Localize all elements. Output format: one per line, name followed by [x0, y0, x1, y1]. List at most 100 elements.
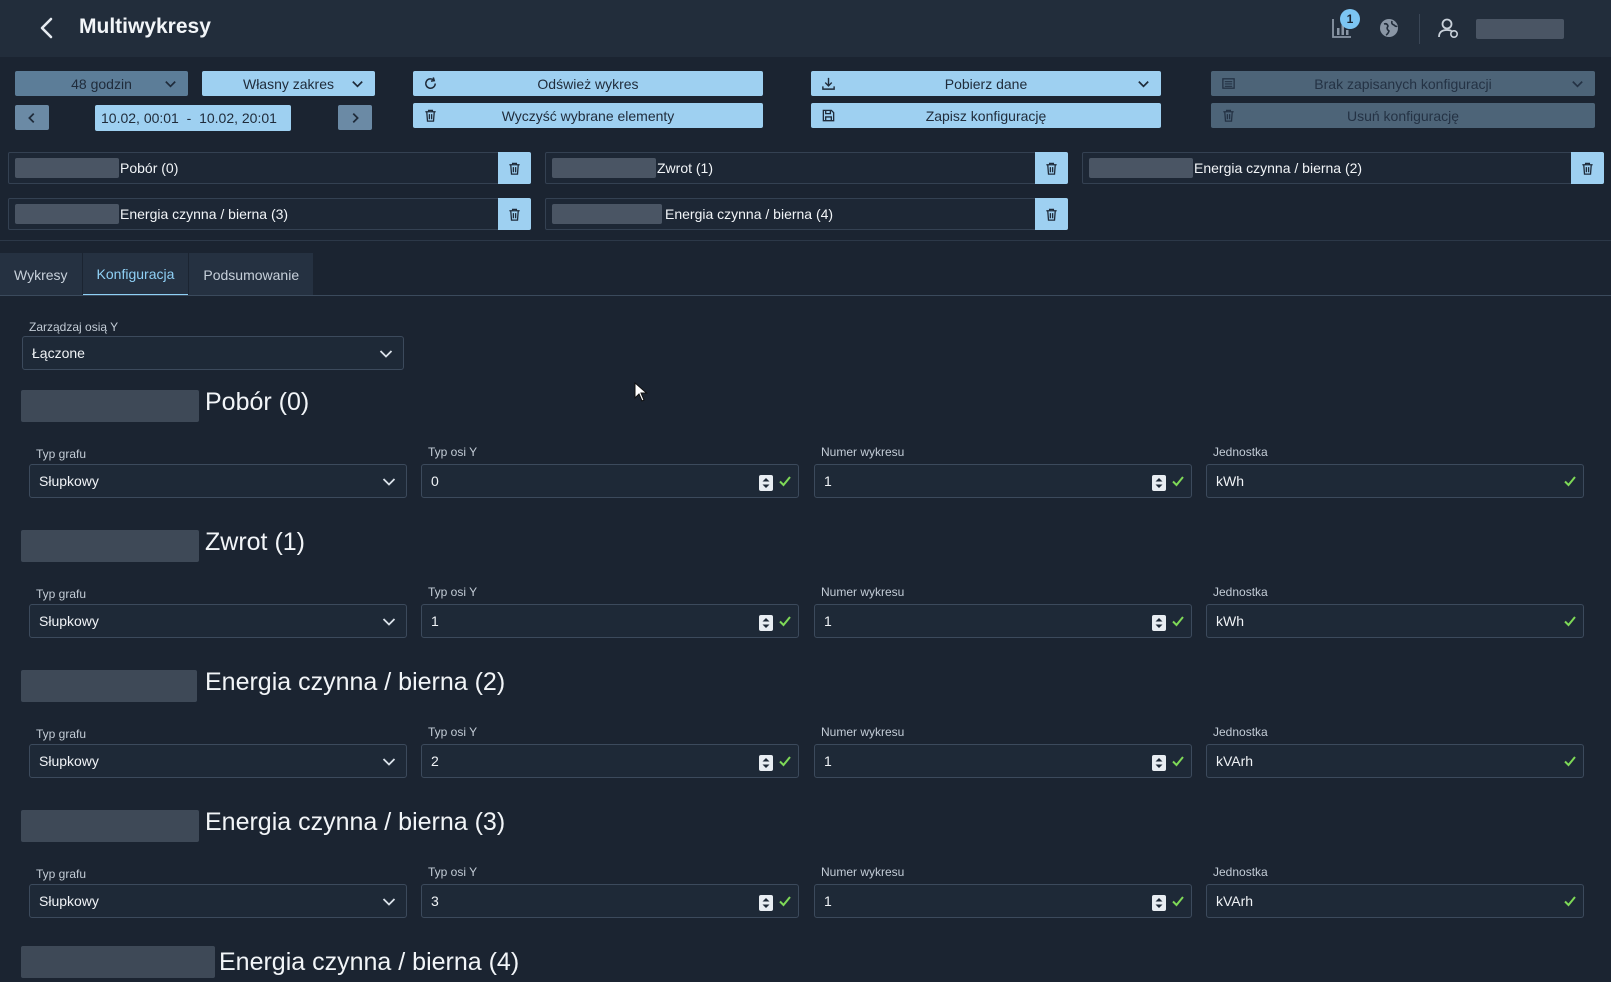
y-axis-type-input[interactable]: 1 — [421, 604, 799, 638]
chart-number-input[interactable]: 1 — [814, 744, 1192, 778]
delete-config-button[interactable]: Usuń konfigurację — [1211, 103, 1595, 128]
chevron-down-icon — [1572, 81, 1583, 88]
y-axis-management-select[interactable]: Łączone — [22, 336, 404, 370]
selected-element-chip: Energia czynna / bierna (4) — [545, 198, 1068, 230]
remove-element-button[interactable] — [498, 198, 531, 230]
graph-type-select[interactable]: Słupkowy — [29, 464, 407, 498]
y-axis-type-input[interactable]: 2 — [421, 744, 799, 778]
chart-number-label: Numer wykresu — [821, 585, 905, 599]
remove-element-button[interactable] — [1571, 152, 1604, 184]
date-range-display[interactable]: 10.02, 00:01 - 10.02, 20:01 — [95, 105, 291, 131]
unit-label: Jednostka — [1213, 865, 1268, 879]
chart-number-value: 1 — [824, 893, 832, 909]
y-axis-type-input[interactable]: 3 — [421, 884, 799, 918]
chip-label: Pobór (0) — [120, 160, 179, 176]
user-settings-icon[interactable] — [1436, 16, 1460, 40]
unit-value: kWh — [1216, 613, 1244, 629]
tab-summary[interactable]: Podsumowanie — [189, 253, 314, 296]
check-icon — [1564, 756, 1576, 767]
check-icon — [779, 616, 791, 627]
chevron-down-icon — [1138, 81, 1149, 88]
save-icon — [822, 109, 835, 122]
section-title: Energia czynna / bierna (3) — [205, 808, 506, 836]
chart-number-input[interactable]: 1 — [814, 884, 1192, 918]
mouse-cursor-icon — [634, 382, 648, 402]
username-redacted[interactable] — [1476, 19, 1564, 39]
y-axis-type-input[interactable]: 0 — [421, 464, 799, 498]
unit-input[interactable]: kVArh — [1206, 884, 1584, 918]
check-icon — [1172, 896, 1184, 907]
globe-icon[interactable] — [1377, 16, 1401, 40]
chip-label: Energia czynna / bierna (3) — [120, 206, 289, 222]
graph-type-label: Typ grafu — [36, 867, 87, 881]
delete-config-label: Usuń konfigurację — [1346, 107, 1460, 124]
previous-range-button[interactable] — [15, 105, 49, 130]
trash-icon — [1582, 162, 1593, 175]
check-icon — [779, 896, 791, 907]
graph-type-value: Słupkowy — [39, 753, 99, 769]
chart-number-value: 1 — [824, 473, 832, 489]
tab-charts[interactable]: Wykresy — [0, 253, 82, 296]
element-name-redacted — [552, 158, 656, 178]
chart-number-input[interactable]: 1 — [814, 464, 1192, 498]
y-axis-management-label: Zarządzaj osią Y — [29, 320, 119, 334]
trash-icon — [1046, 208, 1057, 221]
spinner-icon[interactable] — [759, 755, 773, 771]
graph-type-label: Typ grafu — [36, 447, 87, 461]
graph-type-label: Typ grafu — [36, 727, 87, 741]
saved-configs-select[interactable]: Brak zapisanych konfiguracji — [1211, 71, 1595, 96]
spinner-icon[interactable] — [1152, 755, 1166, 771]
save-config-button[interactable]: Zapisz konfigurację — [811, 103, 1161, 128]
spinner-icon[interactable] — [759, 475, 773, 491]
section-name-redacted — [21, 946, 215, 978]
element-name-redacted — [15, 204, 119, 224]
trash-icon — [1223, 109, 1234, 122]
unit-input[interactable]: kWh — [1206, 604, 1584, 638]
next-range-button[interactable] — [338, 105, 372, 130]
clear-selected-button[interactable]: Wyczyść wybrane elementy — [413, 103, 763, 128]
section-title: Zwrot (1) — [205, 528, 305, 556]
refresh-chart-label: Odśwież wykres — [537, 75, 639, 92]
graph-type-select[interactable]: Słupkowy — [29, 884, 407, 918]
section-divider — [0, 240, 1611, 241]
check-icon — [1564, 476, 1576, 487]
period-select[interactable]: 48 godzin — [15, 71, 188, 96]
chart-number-value: 1 — [824, 613, 832, 629]
back-arrow-icon[interactable] — [36, 16, 60, 40]
tab-configuration[interactable]: Konfiguracja — [82, 253, 189, 296]
remove-element-button[interactable] — [1035, 198, 1068, 230]
unit-value: kVArh — [1216, 893, 1254, 909]
chip-label: Energia czynna / bierna (2) — [1194, 160, 1363, 176]
unit-input[interactable]: kWh — [1206, 464, 1584, 498]
selected-element-chip: Energia czynna / bierna (2) — [1082, 152, 1604, 184]
element-name-redacted — [552, 204, 662, 224]
page-title: Multiwykresy — [79, 15, 211, 38]
chevron-down-icon — [382, 478, 396, 486]
check-icon — [779, 476, 791, 487]
spinner-icon[interactable] — [1152, 895, 1166, 911]
graph-type-value: Słupkowy — [39, 893, 99, 909]
notification-badge: 1 — [1340, 9, 1360, 29]
unit-value: kVArh — [1216, 753, 1254, 769]
download-data-button[interactable]: Pobierz dane — [811, 71, 1161, 96]
y-axis-management-value: Łączone — [32, 345, 85, 361]
range-select-value: Własny zakres — [242, 75, 335, 92]
spinner-icon[interactable] — [759, 615, 773, 631]
range-select[interactable]: Własny zakres — [202, 71, 375, 96]
element-name-redacted — [1089, 158, 1193, 178]
spinner-icon[interactable] — [1152, 475, 1166, 491]
spinner-icon[interactable] — [1152, 615, 1166, 631]
chart-number-input[interactable]: 1 — [814, 604, 1192, 638]
selected-element-chip: Pobór (0) — [8, 152, 531, 184]
graph-type-value: Słupkowy — [39, 473, 99, 489]
graph-type-select[interactable]: Słupkowy — [29, 744, 407, 778]
y-axis-type-label: Typ osi Y — [428, 865, 478, 879]
tab-underline — [0, 295, 1611, 296]
remove-element-button[interactable] — [498, 152, 531, 184]
save-config-label: Zapisz konfigurację — [925, 107, 1047, 124]
spinner-icon[interactable] — [759, 895, 773, 911]
remove-element-button[interactable] — [1035, 152, 1068, 184]
refresh-chart-button[interactable]: Odśwież wykres — [413, 71, 763, 96]
graph-type-select[interactable]: Słupkowy — [29, 604, 407, 638]
unit-input[interactable]: kVArh — [1206, 744, 1584, 778]
